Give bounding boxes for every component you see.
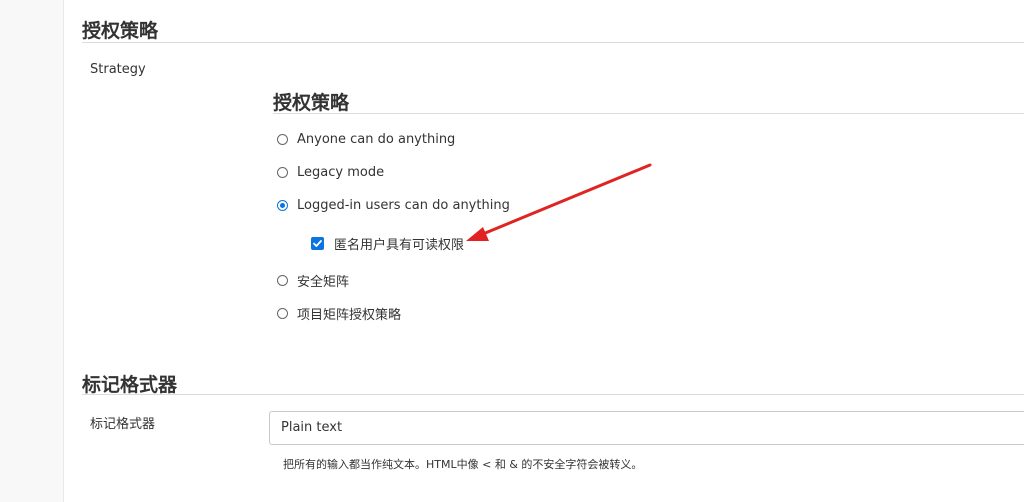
radio-button[interactable]: [277, 275, 288, 286]
checkbox-label: 匿名用户具有可读权限: [334, 238, 465, 253]
radio-label: 项目矩阵授权策略: [297, 308, 402, 323]
radio-button[interactable]: [277, 308, 288, 319]
markup-formatter-select[interactable]: Plain text: [269, 411, 1024, 445]
markup-section-title: 标记格式器: [82, 374, 178, 396]
radio-security-matrix[interactable]: 安全矩阵: [277, 271, 349, 290]
radio-anyone-can-do-anything[interactable]: Anyone can do anything: [277, 132, 455, 147]
checkbox-anonymous-read[interactable]: 匿名用户具有可读权限: [311, 234, 464, 253]
section-divider: [82, 394, 1024, 395]
authorization-section-title: 授权策略: [82, 20, 159, 42]
radio-legacy-mode[interactable]: Legacy mode: [277, 165, 384, 180]
markup-formatter-label: 标记格式器: [90, 417, 156, 432]
radio-button[interactable]: [277, 134, 288, 145]
authorization-subsection-title: 授权策略: [273, 92, 350, 114]
radio-label: Legacy mode: [297, 165, 385, 180]
left-sidebar-edge: [0, 0, 64, 502]
subsection-divider: [273, 113, 1024, 114]
radio-project-matrix[interactable]: 项目矩阵授权策略: [277, 304, 401, 323]
radio-button[interactable]: [277, 167, 288, 178]
section-divider: [82, 42, 1024, 43]
radio-label: 安全矩阵: [297, 275, 350, 290]
radio-logged-in-users[interactable]: Logged-in users can do anything: [277, 198, 510, 213]
radio-label: Logged-in users can do anything: [297, 198, 510, 213]
strategy-label: Strategy: [90, 62, 146, 77]
radio-label: Anyone can do anything: [297, 132, 456, 147]
markup-help-text: 把所有的输入都当作纯文本。HTML中像 < 和 & 的不安全字符会被转义。: [283, 458, 643, 471]
checkbox-checked-icon[interactable]: [311, 237, 324, 250]
radio-button-selected[interactable]: [277, 200, 288, 211]
